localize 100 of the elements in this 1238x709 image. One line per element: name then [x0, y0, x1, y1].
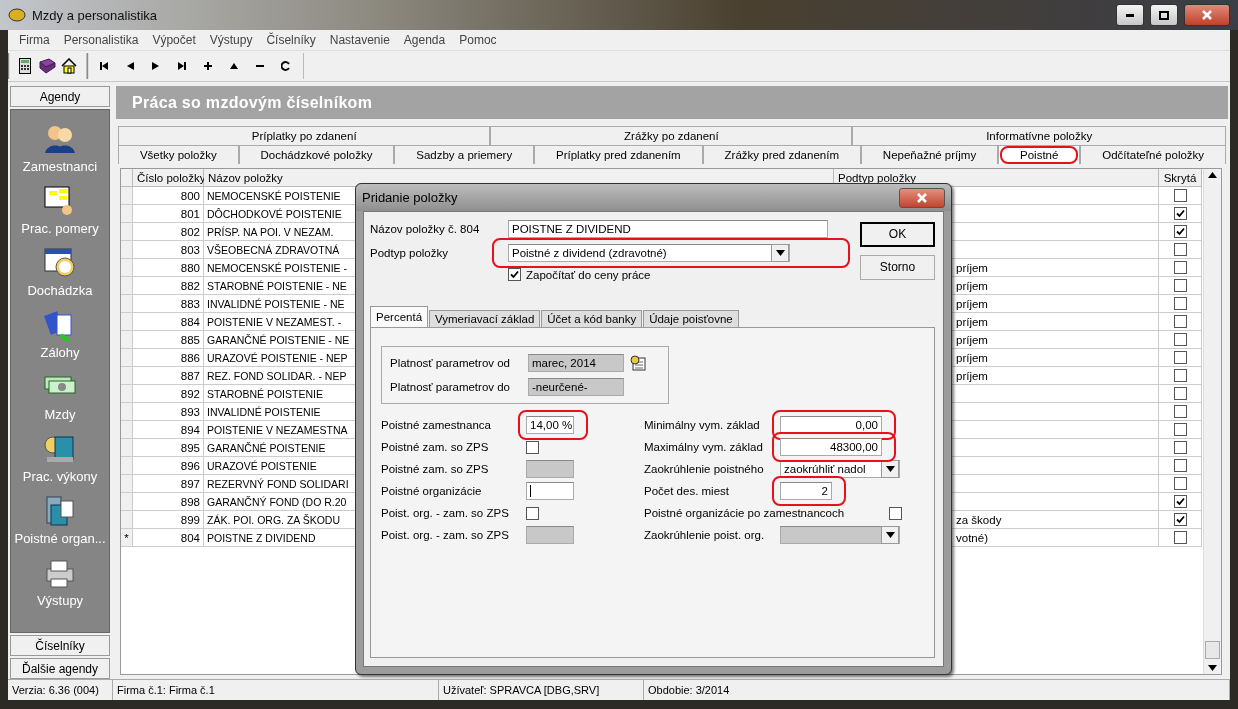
sidebar-item[interactable]: Mzdy	[11, 360, 109, 422]
input-field[interactable]: POISTNE Z DIVIDEND	[508, 220, 828, 238]
calendar-icon[interactable]	[630, 355, 646, 371]
maximize-button[interactable]	[1150, 4, 1178, 26]
tab[interactable]: Dochádzkové položky	[238, 145, 395, 164]
checkbox[interactable]	[1173, 531, 1187, 544]
checkbox[interactable]	[1173, 369, 1187, 382]
sidebar-footer-button[interactable]: Číselníky	[10, 635, 110, 656]
ok-button[interactable]: OK	[860, 221, 935, 247]
checkbox[interactable]	[1173, 261, 1187, 274]
calculator-icon[interactable]	[16, 56, 34, 76]
menu-item[interactable]: Pomoc	[452, 33, 504, 47]
field-label: Poistné zam. so ZPS	[381, 441, 490, 453]
close-button[interactable]	[1184, 4, 1230, 26]
input-field[interactable]: 2	[780, 482, 832, 500]
scroll-down-icon[interactable]	[1208, 665, 1217, 671]
menu-item[interactable]: Výpočet	[145, 33, 203, 47]
checkbox[interactable]	[1173, 315, 1187, 328]
tab[interactable]: Príplatky po zdanení	[118, 126, 491, 145]
book-icon[interactable]	[38, 56, 56, 76]
tab[interactable]: Odčítateľné položky	[1080, 145, 1227, 164]
field-label: Poist. org. - zam. so ZPS	[381, 529, 510, 541]
tab[interactable]: Zrážky po zdanení	[490, 126, 853, 145]
scrollbar-thumb[interactable]	[1205, 641, 1220, 659]
sidebar-header[interactable]: Agendy	[10, 86, 110, 107]
input-field[interactable]: 48300,00	[780, 438, 882, 456]
checkbox[interactable]	[1173, 297, 1187, 310]
checkbox[interactable]	[1173, 513, 1187, 526]
sidebar-item[interactable]: Dochádzka	[11, 236, 109, 298]
column-header[interactable]: Podtyp položky	[834, 169, 1159, 187]
checkbox[interactable]	[508, 268, 521, 281]
checkbox[interactable]	[1173, 477, 1187, 490]
input-field	[526, 526, 574, 544]
tab[interactable]: Nepeňažné príjmy	[860, 145, 999, 164]
checkbox[interactable]	[526, 506, 539, 520]
minimize-button[interactable]	[1116, 4, 1144, 26]
field-label: Maximálny vym. základ	[644, 441, 764, 453]
menu-item[interactable]: Nastavenie	[322, 33, 397, 47]
sidebar-item[interactable]: Zálohy	[11, 298, 109, 360]
app-logo-icon	[8, 8, 26, 22]
scroll-up-icon[interactable]	[1208, 172, 1217, 178]
table-cell: 883	[133, 295, 204, 313]
minimize-icon	[1126, 13, 1134, 17]
field-label: Zaokrúhlenie poistného	[644, 463, 765, 475]
sidebar-item[interactable]: Výstupy	[11, 546, 109, 608]
tab[interactable]: Vymeriavací základ	[429, 310, 541, 327]
tab[interactable]: Všetky položky	[118, 145, 239, 164]
tab[interactable]: Zrážky pred zdanením	[702, 145, 861, 164]
menu-item[interactable]: Personalistika	[56, 33, 146, 47]
cancel-button[interactable]: Storno	[860, 254, 935, 280]
scrollbar[interactable]	[1203, 169, 1221, 674]
table-cell: 886	[133, 349, 204, 367]
checkbox[interactable]	[889, 506, 902, 520]
tab[interactable]: Účet a kód banky	[541, 310, 643, 327]
sidebar-item[interactable]: Zamestnanci	[11, 112, 109, 174]
tab[interactable]: Príplatky pred zdanením	[534, 145, 703, 164]
input-field[interactable]: 14,00 %	[526, 416, 574, 434]
menu-item[interactable]: Číselníky	[259, 33, 323, 47]
column-header[interactable]: Skrytá	[1159, 169, 1202, 187]
agenda-icon	[43, 495, 77, 529]
checkbox[interactable]	[1173, 405, 1187, 418]
checkbox[interactable]	[1173, 441, 1187, 454]
tab[interactable]: Informatívne položky	[852, 126, 1226, 145]
field-label: Poistné zam. so ZPS	[381, 463, 490, 475]
checkbox[interactable]	[1173, 333, 1187, 346]
tab[interactable]: Poistné	[998, 145, 1081, 164]
checkbox[interactable]	[1173, 225, 1187, 238]
checkbox[interactable]	[526, 440, 539, 454]
tab[interactable]: Sadzby a priemery	[394, 145, 535, 164]
tab[interactable]: Percentá	[370, 306, 429, 327]
status-text: Užívateľ: SPRAVCA [DBG,SRV]	[439, 680, 644, 700]
dropdown[interactable]: Poistné z dividend (zdravotné)	[508, 244, 790, 262]
close-icon	[1202, 10, 1212, 20]
menu-item[interactable]: Agenda	[396, 33, 453, 47]
row-header[interactable]: *	[121, 529, 133, 547]
menu-item[interactable]: Firma	[12, 33, 57, 47]
tab[interactable]: Údaje poisťovne	[643, 310, 739, 327]
checkbox[interactable]	[1173, 423, 1187, 436]
close-icon	[917, 192, 927, 203]
checkbox[interactable]	[1173, 189, 1187, 202]
checkbox[interactable]	[1173, 459, 1187, 472]
table-cell: 893	[133, 403, 204, 421]
checkbox[interactable]	[1173, 351, 1187, 364]
input-field: marec, 2014	[528, 354, 624, 372]
sidebar-footer-button[interactable]: Ďalšie agendy	[10, 658, 110, 679]
checkbox[interactable]	[1173, 495, 1187, 508]
sidebar-item[interactable]: Prac. pomery	[11, 174, 109, 236]
sidebar-item[interactable]: Prac. výkony	[11, 422, 109, 484]
checkbox[interactable]	[1173, 207, 1187, 220]
checkbox[interactable]	[1173, 279, 1187, 292]
close-button[interactable]	[899, 187, 945, 208]
home-icon[interactable]	[60, 56, 78, 76]
sidebar-item[interactable]: Poistné organ...	[11, 484, 109, 546]
input-field: -neurčené-	[528, 378, 624, 396]
input-field[interactable]	[526, 482, 574, 500]
menu-item[interactable]: Výstupy	[202, 33, 260, 47]
checkbox[interactable]	[1173, 243, 1187, 256]
checkbox[interactable]	[1173, 387, 1187, 400]
table-cell: 801	[133, 205, 204, 223]
column-header[interactable]: Číslo položky	[133, 169, 204, 187]
